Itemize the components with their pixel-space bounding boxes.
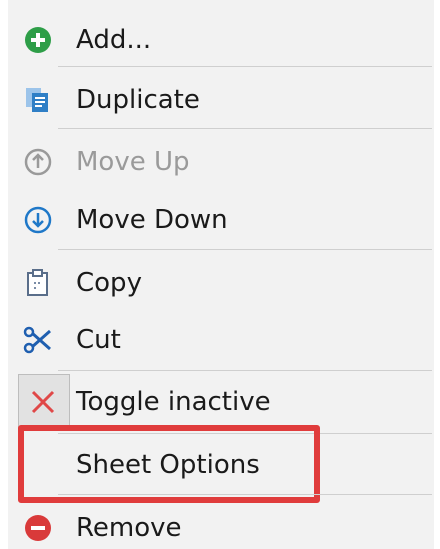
menu-separator (58, 128, 432, 129)
menu-item-label: Remove (76, 513, 182, 543)
remove-icon (23, 513, 53, 543)
menu-item-label: Toggle inactive (76, 387, 271, 417)
menu-separator (58, 249, 432, 250)
menu-item-cut[interactable]: Cut (8, 312, 432, 368)
menu-separator (58, 494, 432, 495)
context-menu: Add... Duplicate Move Up Move Down Copy … (0, 0, 440, 549)
cut-icon (23, 325, 53, 355)
menu-item-label: Copy (76, 268, 142, 298)
menu-item-label: Move Up (76, 147, 190, 177)
toggle-inactive-icon (28, 387, 58, 417)
menu-item-copy[interactable]: Copy (8, 255, 432, 311)
menu-item-remove[interactable]: Remove (8, 500, 432, 549)
menu-item-toggle-inactive[interactable]: Toggle inactive (8, 374, 432, 430)
copy-icon (23, 268, 53, 298)
menu-separator (58, 66, 432, 67)
highlight-box (18, 425, 320, 503)
menu-item-label: Duplicate (76, 85, 200, 115)
add-icon (23, 25, 53, 55)
menu-item-label: Cut (76, 325, 121, 355)
menu-item-add[interactable]: Add... (8, 12, 432, 68)
menu-item-move-up[interactable]: Move Up (8, 134, 432, 190)
menu-item-label: Move Down (76, 205, 228, 235)
menu-item-label: Add... (76, 25, 152, 55)
move-up-icon (23, 147, 53, 177)
menu-item-duplicate[interactable]: Duplicate (8, 72, 432, 128)
move-down-icon (23, 205, 53, 235)
menu-item-move-down[interactable]: Move Down (8, 192, 432, 248)
duplicate-icon (23, 85, 53, 115)
menu-left-edge (0, 0, 8, 549)
menu-right-edge (434, 0, 440, 549)
menu-separator (58, 370, 432, 371)
